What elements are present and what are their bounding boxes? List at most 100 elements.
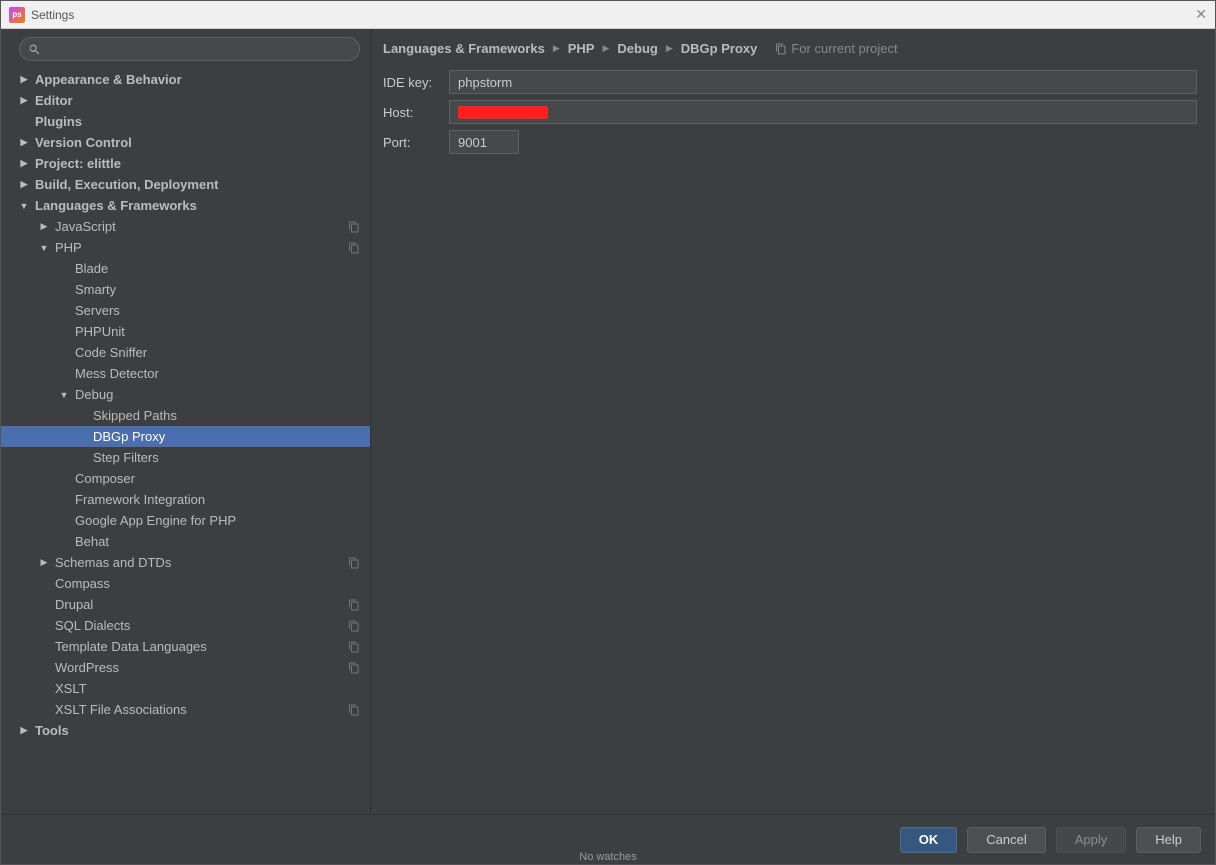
search-input[interactable] xyxy=(41,42,351,56)
tree-item-label: Drupal xyxy=(55,597,348,612)
tree-item-label: Behat xyxy=(75,534,360,549)
close-icon[interactable]: ✕ xyxy=(1195,6,1207,23)
crumb-1[interactable]: PHP xyxy=(568,41,595,56)
tree-item-label: Appearance & Behavior xyxy=(35,72,360,87)
tree-item-framework-integration[interactable]: ▶Framework Integration xyxy=(1,489,370,510)
search-icon xyxy=(28,43,41,56)
sidebar: ▶Appearance & Behavior▶Editor▶Plugins▶Ve… xyxy=(1,29,371,814)
tree-item-debug[interactable]: ▼ Debug xyxy=(1,384,370,405)
tree-item-label: Tools xyxy=(35,723,360,738)
chevron-right-icon: ▶ xyxy=(19,725,29,736)
chevron-down-icon: ▼ xyxy=(39,243,49,253)
apply-button[interactable]: Apply xyxy=(1056,827,1127,853)
copy-icon xyxy=(348,662,360,674)
tree-item-template-data-languages[interactable]: ▶Template Data Languages xyxy=(1,636,370,657)
tree-item-javascript[interactable]: ▶ JavaScript xyxy=(1,216,370,237)
ide-key-label: IDE key: xyxy=(383,75,449,90)
chevron-right-icon: ▶ xyxy=(39,221,49,232)
crumb-2[interactable]: Debug xyxy=(617,41,657,56)
tree-item-label: Schemas and DTDs xyxy=(55,555,348,570)
tree-item-wordpress[interactable]: ▶WordPress xyxy=(1,657,370,678)
copy-icon xyxy=(348,221,360,233)
tree-item-mess-detector[interactable]: ▶Mess Detector xyxy=(1,363,370,384)
tree-item-schemas-and-dtds[interactable]: ▶ Schemas and DTDs xyxy=(1,552,370,573)
tree-item-label: JavaScript xyxy=(55,219,348,234)
host-field[interactable] xyxy=(449,100,1197,124)
tree-item-servers[interactable]: ▶Servers xyxy=(1,300,370,321)
breadcrumb: Languages & Frameworks ▶ PHP ▶ Debug ▶ D… xyxy=(371,29,1215,66)
tree-item-label: Build, Execution, Deployment xyxy=(35,177,360,192)
tree-item-skipped-paths[interactable]: ▶Skipped Paths xyxy=(1,405,370,426)
crumb-3[interactable]: DBGp Proxy xyxy=(681,41,758,56)
main-panel: Languages & Frameworks ▶ PHP ▶ Debug ▶ D… xyxy=(371,29,1215,814)
tree-item-composer[interactable]: ▶Composer xyxy=(1,468,370,489)
project-scope-hint: For current project xyxy=(775,41,897,56)
ide-key-field[interactable] xyxy=(449,70,1197,94)
copy-icon xyxy=(775,43,787,55)
chevron-down-icon: ▼ xyxy=(19,201,29,211)
tree-item-google-app-engine-for-php[interactable]: ▶Google App Engine for PHP xyxy=(1,510,370,531)
tree-item-label: Skipped Paths xyxy=(93,408,360,423)
tree-item-label: SQL Dialects xyxy=(55,618,348,633)
crumb-0[interactable]: Languages & Frameworks xyxy=(383,41,545,56)
port-field[interactable] xyxy=(449,130,519,154)
tree-item-label: Plugins xyxy=(35,114,360,129)
tree-item-phpunit[interactable]: ▶PHPUnit xyxy=(1,321,370,342)
copy-icon xyxy=(348,557,360,569)
tree-item-appearance-behavior[interactable]: ▶ Appearance & Behavior xyxy=(1,69,370,90)
tree-item-step-filters[interactable]: ▶Step Filters xyxy=(1,447,370,468)
tree-item-label: DBGp Proxy xyxy=(93,429,360,444)
tree-item-build-execution-deployment[interactable]: ▶Build, Execution, Deployment xyxy=(1,174,370,195)
tree-item-drupal[interactable]: ▶Drupal xyxy=(1,594,370,615)
search-input-wrap[interactable] xyxy=(19,37,360,61)
tree-item-behat[interactable]: ▶Behat xyxy=(1,531,370,552)
status-bar-text: No watches xyxy=(0,851,1216,865)
tree-item-smarty[interactable]: ▶Smarty xyxy=(1,279,370,300)
tree-item-label: Debug xyxy=(75,387,360,402)
tree-item-label: Composer xyxy=(75,471,360,486)
tree-item-label: PHPUnit xyxy=(75,324,360,339)
chevron-right-icon: ▶ xyxy=(553,43,560,54)
tree-item-code-sniffer[interactable]: ▶Code Sniffer xyxy=(1,342,370,363)
tree-item-version-control[interactable]: ▶ Version Control xyxy=(1,132,370,153)
chevron-right-icon: ▶ xyxy=(666,43,673,54)
tree-item-compass[interactable]: ▶Compass xyxy=(1,573,370,594)
tree-item-xslt[interactable]: ▶XSLT xyxy=(1,678,370,699)
app-logo-icon: ps xyxy=(9,7,25,23)
copy-icon xyxy=(348,641,360,653)
tree-item-blade[interactable]: ▶Blade xyxy=(1,258,370,279)
chevron-down-icon: ▼ xyxy=(59,390,69,400)
tree-item-label: XSLT File Associations xyxy=(55,702,348,717)
tree-item-xslt-file-associations[interactable]: ▶XSLT File Associations xyxy=(1,699,370,720)
host-redacted-value xyxy=(458,106,548,119)
tree-item-php[interactable]: ▼ PHP xyxy=(1,237,370,258)
tree-item-plugins[interactable]: ▶Plugins xyxy=(1,111,370,132)
tree-item-label: Template Data Languages xyxy=(55,639,348,654)
tree-item-label: Version Control xyxy=(35,135,360,150)
ok-button[interactable]: OK xyxy=(900,827,958,853)
tree-item-label: Code Sniffer xyxy=(75,345,360,360)
chevron-right-icon: ▶ xyxy=(19,95,29,106)
tree-item-label: Editor xyxy=(35,93,360,108)
help-button[interactable]: Help xyxy=(1136,827,1201,853)
tree-item-editor[interactable]: ▶ Editor xyxy=(1,90,370,111)
tree-item-dbgp-proxy[interactable]: ▶DBGp Proxy xyxy=(1,426,370,447)
port-label: Port: xyxy=(383,135,449,150)
chevron-right-icon: ▶ xyxy=(19,137,29,148)
settings-window: ps Settings ✕ ▶Appearance & Behavior▶Edi… xyxy=(0,0,1216,865)
tree-item-label: Blade xyxy=(75,261,360,276)
tree-item-sql-dialects[interactable]: ▶SQL Dialects xyxy=(1,615,370,636)
tree-item-label: Framework Integration xyxy=(75,492,360,507)
tree-item-label: PHP xyxy=(55,240,348,255)
chevron-right-icon: ▶ xyxy=(39,557,49,568)
tree-item-label: Languages & Frameworks xyxy=(35,198,360,213)
cancel-button[interactable]: Cancel xyxy=(967,827,1045,853)
host-label: Host: xyxy=(383,105,449,120)
tree-item-tools[interactable]: ▶ Tools xyxy=(1,720,370,741)
chevron-right-icon: ▶ xyxy=(19,158,29,169)
chevron-right-icon: ▶ xyxy=(19,74,29,85)
tree-item-languages-frameworks[interactable]: ▼ Languages & Frameworks xyxy=(1,195,370,216)
tree-item-project-elittle[interactable]: ▶Project: elittle xyxy=(1,153,370,174)
settings-tree[interactable]: ▶Appearance & Behavior▶Editor▶Plugins▶Ve… xyxy=(1,65,370,814)
chevron-right-icon: ▶ xyxy=(602,43,609,54)
